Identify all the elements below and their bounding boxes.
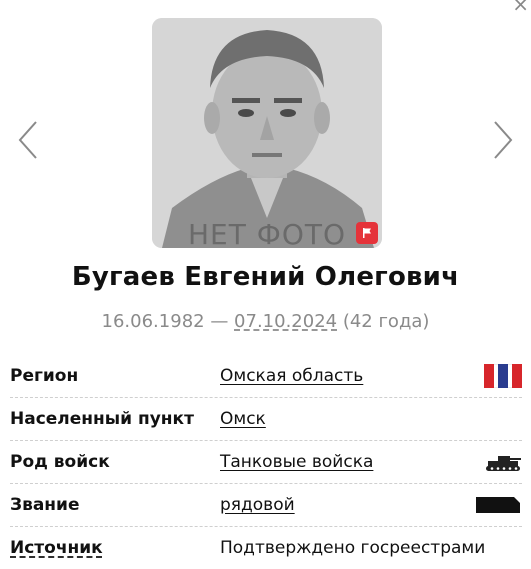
close-icon[interactable]: × bbox=[512, 0, 529, 14]
detail-row-branch: Род войск Танковые войска bbox=[10, 441, 522, 484]
rank-shoulder-board-icon bbox=[476, 497, 520, 513]
next-button[interactable] bbox=[489, 118, 517, 162]
person-name: Бугаев Евгений Олегович bbox=[71, 262, 460, 292]
age-text: (42 года) bbox=[337, 311, 430, 332]
report-flag-button[interactable] bbox=[356, 222, 378, 244]
detail-label: Регион bbox=[10, 366, 79, 386]
branch-link[interactable]: Танковые войска bbox=[220, 452, 373, 472]
detail-row-rank: Звание рядовой bbox=[10, 484, 522, 527]
detail-label: Звание bbox=[10, 495, 80, 515]
rank-link[interactable]: рядовой bbox=[220, 495, 295, 515]
death-date[interactable]: 07.10.2024 bbox=[234, 311, 337, 332]
chevron-left-icon bbox=[18, 121, 37, 159]
previous-button[interactable] bbox=[14, 118, 42, 162]
source-label[interactable]: Источник bbox=[10, 538, 220, 558]
region-flag-icon bbox=[484, 364, 522, 388]
detail-row-settlement: Населенный пункт Омск bbox=[10, 398, 522, 441]
region-link[interactable]: Омская область bbox=[220, 366, 363, 386]
details-table: Регион Омская область Населенный пункт О… bbox=[10, 355, 522, 569]
birth-date: 16.06.1982 bbox=[101, 311, 205, 332]
no-photo-label: НЕТ ФОТО bbox=[187, 218, 347, 248]
tank-icon bbox=[486, 456, 521, 471]
detail-row-source: Источник Подтверждено госреестрами bbox=[10, 527, 522, 569]
life-dates: 16.06.1982 — 07.10.2024 (42 года) bbox=[0, 311, 531, 332]
flag-icon bbox=[363, 228, 371, 238]
detail-label: Населенный пункт bbox=[10, 409, 194, 429]
chevron-right-icon bbox=[494, 121, 513, 159]
portrait-photo: НЕТ ФОТО bbox=[152, 18, 382, 248]
date-separator: — bbox=[204, 311, 235, 332]
settlement-link[interactable]: Омск bbox=[220, 409, 266, 429]
portrait-placeholder-image bbox=[152, 18, 382, 248]
source-value: Подтверждено госреестрами bbox=[220, 538, 486, 558]
detail-label: Род войск bbox=[10, 452, 110, 472]
detail-row-region: Регион Омская область bbox=[10, 355, 522, 398]
